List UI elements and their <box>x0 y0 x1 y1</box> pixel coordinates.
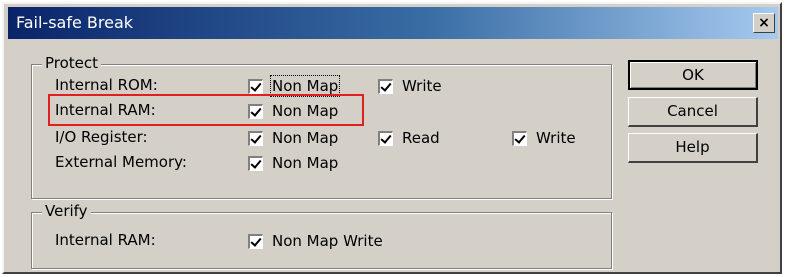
verify-internal-ram-label: Internal RAM: <box>55 231 156 249</box>
internal-rom-non-map-checkbox[interactable]: Non Map <box>248 75 341 97</box>
help-button-label: Help <box>675 138 710 156</box>
help-button[interactable]: Help <box>628 133 758 163</box>
close-icon: × <box>758 15 770 31</box>
internal-rom-write-label: Write <box>402 77 442 95</box>
verify-non-map-write-label: Non Map Write <box>272 232 383 250</box>
checkbox-checked-icon <box>248 78 263 94</box>
internal-ram-highlight <box>48 94 364 126</box>
checkbox-checked-icon <box>378 78 393 94</box>
io-register-label: I/O Register: <box>55 128 148 146</box>
external-memory-non-map-checkbox[interactable]: Non Map <box>248 154 338 172</box>
external-memory-label: External Memory: <box>55 153 187 171</box>
checkbox-checked-icon <box>378 130 393 146</box>
internal-rom-write-checkbox[interactable]: Write <box>378 77 442 95</box>
checkbox-checked-icon <box>248 130 263 146</box>
internal-rom-non-map-label: Non Map <box>269 75 341 97</box>
dialog-title: Fail-safe Break <box>16 13 134 32</box>
io-register-read-label: Read <box>402 129 440 147</box>
internal-rom-label: Internal ROM: <box>55 76 158 94</box>
protect-group-label: Protect <box>42 54 102 72</box>
close-button[interactable]: × <box>753 13 775 33</box>
title-bar: Fail-safe Break × <box>8 7 778 39</box>
io-register-write-checkbox[interactable]: Write <box>512 129 576 147</box>
checkbox-checked-icon <box>248 155 263 171</box>
verify-non-map-write-checkbox[interactable]: Non Map Write <box>248 232 383 250</box>
io-register-read-checkbox[interactable]: Read <box>378 129 440 147</box>
cancel-button-label: Cancel <box>667 102 718 120</box>
cancel-button[interactable]: Cancel <box>628 97 758 127</box>
io-register-non-map-checkbox[interactable]: Non Map <box>248 129 338 147</box>
io-register-write-label: Write <box>536 129 576 147</box>
io-register-non-map-label: Non Map <box>272 129 339 147</box>
checkbox-checked-icon <box>512 130 527 146</box>
external-memory-non-map-label: Non Map <box>272 154 339 172</box>
checkbox-checked-icon <box>248 233 263 249</box>
verify-group-label: Verify <box>42 202 91 220</box>
ok-button[interactable]: OK <box>628 60 758 90</box>
